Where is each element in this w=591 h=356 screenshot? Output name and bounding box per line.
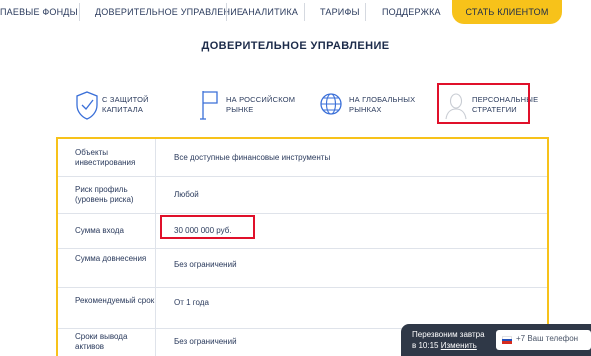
feature-label-line2: КАПИТАЛА bbox=[102, 105, 144, 114]
change-time-link[interactable]: Изменить bbox=[441, 341, 477, 350]
nav-divider bbox=[365, 3, 366, 21]
page-title: ДОВЕРИТЕЛЬНОЕ УПРАВЛЕНИЕ bbox=[201, 40, 390, 52]
row-label: Сумма довнесения bbox=[75, 254, 147, 263]
row-label: Сроки вывода активов bbox=[75, 332, 128, 351]
highlight-personal-strategies bbox=[437, 83, 530, 124]
row-value: Любой bbox=[174, 190, 199, 199]
table-row: Сумма входа 30 000 000 руб. bbox=[58, 214, 547, 248]
callback-message: Перезвоним завтра bbox=[412, 330, 485, 339]
top-navigation: ПАЕВЫЕ ФОНДЫ ДОВЕРИТЕЛЬНОЕ УПРАВЛЕНИЕ АН… bbox=[0, 0, 591, 26]
shield-check-icon bbox=[76, 91, 98, 120]
nav-item-support[interactable]: ПОДДЕРЖКА bbox=[382, 0, 441, 24]
russia-flag-icon bbox=[502, 336, 512, 344]
feature-label-line1: НА РОССИЙСКОМ bbox=[226, 95, 296, 104]
row-label: Риск профиль (уровень риска) bbox=[75, 185, 134, 204]
feature-russian-market[interactable]: НА РОССИЙСКОМ РЫНКЕ bbox=[197, 88, 307, 124]
feature-label-line2: РЫНКАХ bbox=[349, 105, 382, 114]
nav-divider bbox=[226, 3, 227, 21]
nav-item-analytics[interactable]: АНАЛИТИКА bbox=[242, 0, 298, 24]
feature-label-line1: С ЗАЩИТОЙ bbox=[102, 95, 149, 104]
nav-item-mutual-funds[interactable]: ПАЕВЫЕ ФОНДЫ bbox=[0, 0, 78, 24]
table-row: Объекты инвестирования Все доступные фин… bbox=[58, 139, 547, 176]
row-value: Без ограничений bbox=[174, 337, 237, 346]
phone-placeholder: +7 Ваш телефон bbox=[516, 334, 579, 343]
phone-input[interactable]: +7 Ваш телефон bbox=[496, 330, 591, 350]
globe-icon bbox=[320, 93, 342, 115]
nav-item-trust-management[interactable]: ДОВЕРИТЕЛЬНОЕ УПРАВЛЕНИЕ bbox=[95, 0, 243, 24]
row-label: Сумма входа bbox=[75, 226, 124, 235]
nav-item-tariffs[interactable]: ТАРИФЫ bbox=[320, 0, 360, 24]
feature-capital-protection[interactable]: С ЗАЩИТОЙ КАПИТАЛА bbox=[74, 88, 184, 124]
row-label: Объекты инвестирования bbox=[75, 148, 136, 167]
table-row: Рекомендуемый срок От 1 года bbox=[58, 288, 547, 328]
flag-icon bbox=[200, 91, 218, 120]
table-row: Риск профиль (уровень риска) Любой bbox=[58, 177, 547, 213]
row-value: От 1 года bbox=[174, 298, 209, 307]
highlight-entry-amount bbox=[160, 215, 255, 239]
feature-label-line2: РЫНКЕ bbox=[226, 105, 254, 114]
row-value: Без ограничений bbox=[174, 260, 237, 269]
become-client-button[interactable]: СТАТЬ КЛИЕНТОМ bbox=[452, 0, 562, 24]
nav-divider bbox=[304, 3, 305, 21]
nav-divider bbox=[79, 3, 80, 21]
callback-time-line: в 10:15 Изменить bbox=[412, 341, 477, 350]
row-value: Все доступные финансовые инструменты bbox=[174, 153, 331, 162]
feature-label-line1: НА ГЛОБАЛЬНЫХ bbox=[349, 95, 416, 104]
table-row: Сумма довнесения Без ограничений bbox=[58, 249, 547, 287]
callback-time: в 10:15 bbox=[412, 341, 439, 350]
row-label: Рекомендуемый срок bbox=[75, 296, 155, 305]
feature-global-markets[interactable]: НА ГЛОБАЛЬНЫХ РЫНКАХ bbox=[319, 88, 429, 124]
